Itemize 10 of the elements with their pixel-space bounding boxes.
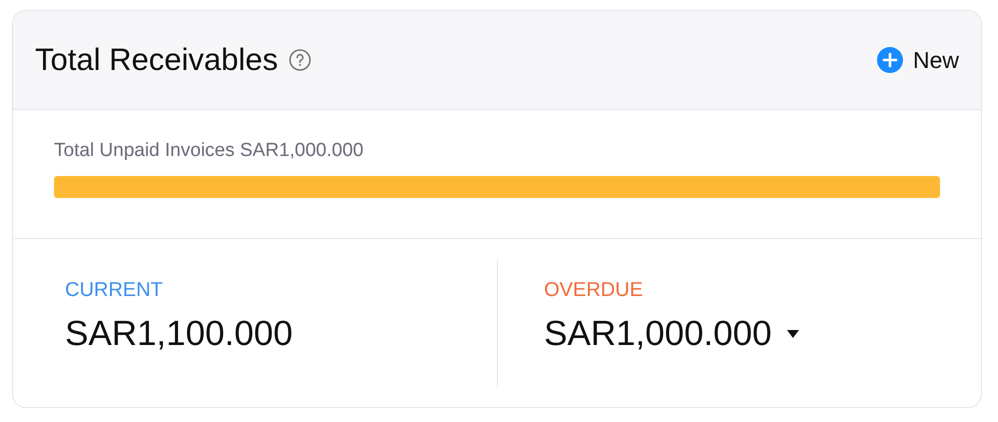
card-title: Total Receivables [35, 42, 278, 78]
caret-icon[interactable] [786, 329, 800, 339]
help-icon[interactable] [288, 48, 312, 72]
unpaid-label: Total Unpaid Invoices SAR1,000.000 [54, 140, 364, 162]
plus-icon [876, 47, 903, 73]
amount-value: SAR1,000.000 [544, 314, 772, 354]
status-label: CURRENT [65, 279, 164, 302]
status-label: OVERDUE [544, 279, 644, 302]
new-button[interactable]: New [876, 42, 959, 78]
amount-value: SAR1,100.000 [65, 314, 293, 354]
